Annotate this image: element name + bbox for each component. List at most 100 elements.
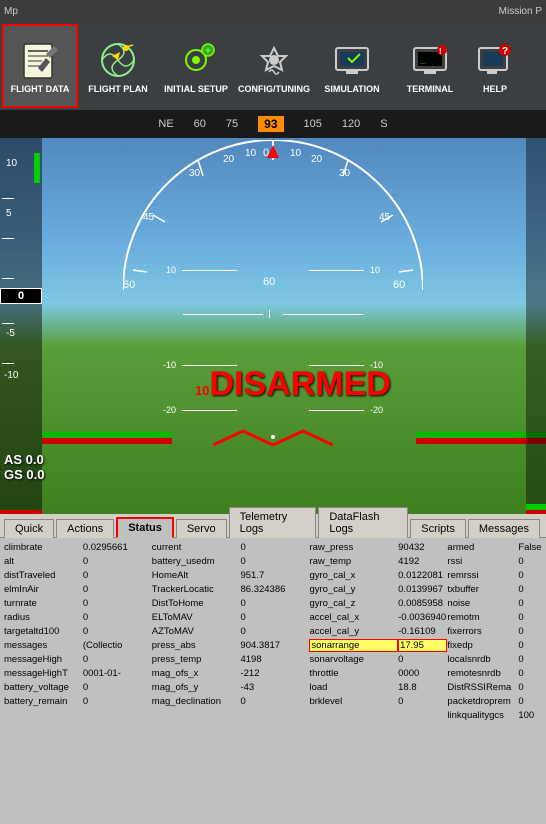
tab-scripts[interactable]: Scripts (410, 519, 466, 538)
table-cell: 0 (240, 542, 309, 553)
disarmed-container: 10 DISARMED (195, 365, 391, 404)
table-cell: 0 (83, 626, 152, 637)
table-cell: current (152, 542, 241, 553)
table-cell: 100 (518, 710, 542, 721)
svg-text:_: _ (420, 55, 426, 65)
alt-green-bar (34, 153, 40, 183)
table-cell: distTraveled (4, 570, 83, 581)
table-cell: load (309, 682, 398, 693)
table-cell: throttle (309, 668, 398, 679)
table-cell: 0 (83, 584, 152, 595)
nav-flight-data[interactable]: FLIGHT DATA (2, 24, 78, 108)
table-cell: -0.16109 (398, 626, 447, 637)
table-row: alt0battery_usedm0raw_temp4192rssi0 (4, 554, 542, 568)
alt-mark-neg5: -5 (6, 328, 15, 339)
tab-actions[interactable]: Actions (56, 519, 114, 538)
table-cell: elmInAir (4, 584, 83, 595)
table-cell: AZToMAV (152, 626, 241, 637)
tab-telemetry-logs[interactable]: Telemetry Logs (229, 507, 317, 538)
compass-bar: NE 60 75 93 105 120 S (0, 110, 546, 138)
compass-120: 120 (342, 118, 360, 130)
table-cell: 0 (240, 556, 309, 567)
nav-config-tuning[interactable]: CONFIG/TUNING (236, 24, 312, 108)
alt-tick-3 (2, 278, 14, 279)
table-cell: 0 (83, 570, 152, 581)
table-cell: 0 (83, 682, 152, 693)
nav-terminal[interactable]: _ ! TERMINAL (392, 24, 468, 108)
table-cell: 0.0122081 (398, 570, 447, 581)
table-cell: 0 (83, 556, 152, 567)
table-cell: 0 (240, 612, 309, 623)
compass-60: 60 (194, 118, 206, 130)
svg-text:20: 20 (223, 154, 235, 165)
table-cell: sonarrange (309, 639, 398, 652)
table-cell: 904.3817 (240, 640, 309, 651)
table-cell: remotm (447, 612, 518, 623)
table-cell: alt (4, 556, 83, 567)
table-cell: False (518, 542, 542, 553)
nav-flight-plan-label: FLIGHT PLAN (88, 84, 148, 94)
table-row: linkqualitygcs100 (4, 708, 542, 722)
status-data-table: climbrate0.0295661current0raw_press90432… (0, 538, 546, 820)
table-cell: 17.95 (398, 639, 447, 652)
tab-quick[interactable]: Quick (4, 519, 54, 538)
compass-ne: NE (158, 118, 173, 130)
table-cell: brklevel (309, 696, 398, 707)
table-cell: remrssi (447, 570, 518, 581)
table-cell: gyro_cal_y (309, 584, 398, 595)
table-row: radius0ELToMAV0accel_cal_x-0.0036940remo… (4, 610, 542, 624)
table-cell: localsnrdb (447, 654, 518, 665)
tab-servo[interactable]: Servo (176, 519, 227, 538)
nav-bar: FLIGHT DATA FLIGHT PLAN + INITIAL S (0, 22, 546, 110)
table-cell: rssi (447, 556, 518, 567)
table-cell: 18.8 (398, 682, 447, 693)
speed-display: AS 0.0 GS 0.0 (4, 452, 44, 482)
disarmed-superscript: 10 (195, 383, 209, 398)
table-cell: 0 (240, 598, 309, 609)
pitch-line-neg20: -20 -20 (160, 405, 386, 415)
table-row: messageHighT0001-01-mag_ofs_x-212throttl… (4, 666, 542, 680)
nav-simulation[interactable]: SIMULATION (314, 24, 390, 108)
nav-flight-plan[interactable]: FLIGHT PLAN (80, 24, 156, 108)
table-cell: txbuffer (447, 584, 518, 595)
table-cell: 0 (518, 682, 542, 693)
table-row: battery_remain0mag_declination0brklevel0… (4, 694, 542, 708)
tab-dataflash-logs[interactable]: DataFlash Logs (318, 507, 408, 538)
tab-messages[interactable]: Messages (468, 519, 540, 538)
table-cell: -212 (240, 668, 309, 679)
tab-status[interactable]: Status (116, 517, 174, 538)
table-cell: raw_press (309, 542, 398, 553)
nav-help-label: HELP (483, 84, 507, 94)
top-bar: Mp Mission P (0, 0, 546, 22)
help-icon: ? (473, 38, 517, 82)
right-green-strip (526, 504, 546, 510)
table-cell: 0 (518, 556, 542, 567)
table-row: messageHigh0press_temp4198sonarvoltage0l… (4, 652, 542, 666)
airspeed-label: AS 0.0 (4, 452, 44, 467)
hud-display: NE 60 75 93 105 120 S 10 5 0 -5 -10 (0, 110, 546, 540)
table-cell: battery_remain (4, 696, 83, 707)
table-cell: sonarvoltage (309, 654, 398, 665)
table-cell: -0.0036940 (398, 612, 447, 623)
table-cell: 0 (398, 696, 447, 707)
table-row: battery_voltage0mag_ofs_y-43load18.8Dist… (4, 680, 542, 694)
table-cell: 4198 (240, 654, 309, 665)
right-bar (526, 138, 546, 518)
table-cell: targetaltd100 (4, 626, 83, 637)
simulation-icon (330, 38, 374, 82)
semicircle-compass: 0 30 20 10 10 20 30 45 45 60 60 60 (123, 140, 423, 300)
table-cell: 4192 (398, 556, 447, 567)
groundspeed-label: GS 0.0 (4, 467, 44, 482)
nav-initial-setup[interactable]: + INITIAL SETUP (158, 24, 234, 108)
table-cell: 90432 (398, 542, 447, 553)
nav-help[interactable]: ? HELP (470, 24, 520, 108)
alt-tick-4 (2, 323, 14, 324)
nav-config-tuning-label: CONFIG/TUNING (238, 84, 310, 94)
svg-text:?: ? (502, 46, 508, 57)
disarmed-text: DISARMED (209, 365, 390, 404)
compass-105: 105 (304, 118, 322, 130)
table-cell: 0 (518, 696, 542, 707)
app-full-label: Mission P (499, 6, 542, 17)
alt-tick-2 (2, 238, 14, 239)
config-tuning-icon (252, 38, 296, 82)
